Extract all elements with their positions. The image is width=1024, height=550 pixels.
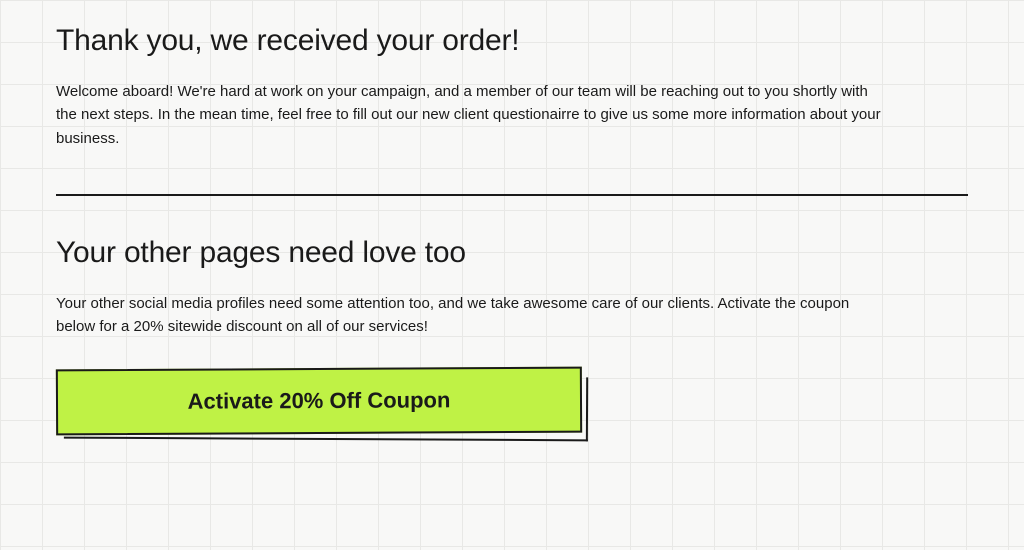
upsell-body: Your other social media profiles need so…	[56, 292, 886, 339]
thank-you-heading: Thank you, we received your order!	[56, 24, 968, 58]
thank-you-body: Welcome aboard! We're hard at work on yo…	[56, 80, 886, 150]
thank-you-section: Thank you, we received your order! Welco…	[56, 24, 968, 150]
upsell-section: Your other pages need love too Your othe…	[56, 236, 968, 435]
activate-coupon-button[interactable]: Activate 20% Off Coupon	[56, 367, 582, 436]
upsell-heading: Your other pages need love too	[56, 236, 968, 270]
section-divider	[56, 194, 968, 196]
coupon-button-label: Activate 20% Off Coupon	[188, 388, 451, 414]
